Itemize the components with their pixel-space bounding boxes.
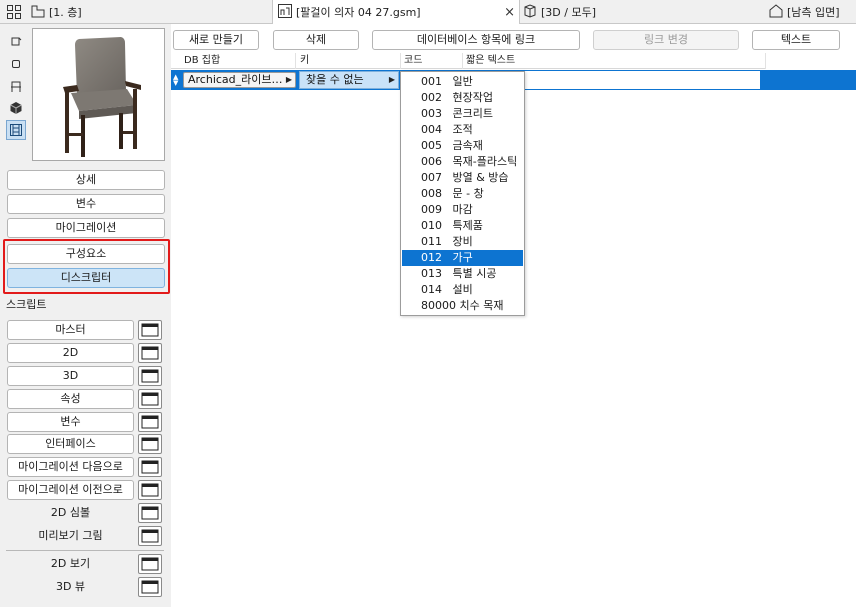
window-icon[interactable] [138,343,162,363]
menu-item[interactable]: 014 설비 [401,282,524,298]
menu-item[interactable]: 80000 치수 목재 [401,298,524,314]
window-icon[interactable] [138,457,162,477]
window-icon[interactable] [138,526,162,546]
key-value: 찾을 수 없는 [306,73,364,86]
tab-label: [팔걸이 의자 04 27.gsm] [296,6,421,19]
grid-view-icon[interactable] [6,4,22,23]
migration-button[interactable]: 마이그레이션 [7,218,165,238]
cube-icon[interactable] [6,98,26,118]
script-forward-migration-button[interactable]: 마이그레이션 다음으로 [7,457,134,477]
divider [6,550,164,551]
new-button[interactable]: 새로 만들기 [173,30,259,50]
menu-item[interactable]: 001 일반 [401,74,524,90]
window-icon[interactable] [138,434,162,454]
object-icon [277,3,293,22]
close-icon[interactable]: × [504,5,519,20]
column-header[interactable]: 짧은 텍스트 [463,53,766,69]
key-dropdown-menu: 001 일반 002 현장작업 003 콘크리트 004 조적 005 금속재 … [400,71,525,316]
tab-label: [남측 입면] [787,6,840,19]
text-button[interactable]: 텍스트 [752,30,840,50]
tab-object[interactable]: [팔걸이 의자 04 27.gsm] × [272,0,520,24]
column-header[interactable]: 코드 [401,53,463,69]
window-icon[interactable] [138,366,162,386]
delete-button[interactable]: 삭제 [273,30,359,50]
column-header[interactable]: DB 집합 [171,53,296,69]
menu-item[interactable]: 002 현장작업 [401,90,524,106]
tab-floor-plan[interactable]: [1. 층] [30,0,270,24]
window-icon[interactable] [138,554,162,574]
tab-3d[interactable]: [3D / 모두] [522,0,762,24]
menu-item[interactable]: 009 마감 [401,202,524,218]
script-parameters-button[interactable]: 변수 [7,412,134,432]
3d-view-label: 3D 뷰 [55,580,86,593]
film-icon[interactable] [6,120,26,140]
main-panel: 새로 만들기 삭제 데이터베이스 항목에 링크 링크 변경 텍스트 DB 집합 … [171,24,856,607]
window-icon[interactable] [138,320,162,340]
link-db-button[interactable]: 데이터베이스 항목에 링크 [372,30,580,50]
menu-item[interactable]: 008 문 - 창 [401,186,524,202]
tool-strip [6,32,28,142]
tab-label: [1. 층] [49,6,82,19]
chair-preview [32,28,165,161]
descriptors-button[interactable]: 디스크립터 [7,268,165,288]
window-icon[interactable] [138,389,162,409]
menu-item[interactable]: 007 방열 & 방습 [401,170,524,186]
column-header[interactable]: 키 [296,53,401,69]
tab-bar: [1. 층] [팔걸이 의자 04 27.gsm] × [3D / 모두] [남… [0,0,856,24]
2d-view-label: 2D 보기 [50,557,91,570]
window-icon[interactable] [138,480,162,500]
components-button[interactable]: 구성요소 [7,244,165,264]
menu-item[interactable]: 005 금속재 [401,138,524,154]
chevron-right-icon: ▶ [285,75,292,84]
tab-elevation[interactable]: [남측 입면] [768,0,856,24]
2d-symbol-icon[interactable] [6,32,26,52]
menu-item-selected[interactable]: 012 가구 [402,250,523,266]
window-icon[interactable] [138,412,162,432]
chair-icon[interactable] [6,76,26,96]
script-2d-button[interactable]: 2D [7,343,134,363]
script-3d-button[interactable]: 3D [7,366,134,386]
script-interface-button[interactable]: 인터페이스 [7,434,134,454]
menu-item[interactable]: 003 콘크리트 [401,106,524,122]
script-backward-migration-button[interactable]: 마이그레이션 이전으로 [7,480,134,500]
db-set-field[interactable]: Archicad_라이브… ▶ [183,72,296,88]
menu-item[interactable]: 010 특제품 [401,218,524,234]
key-field[interactable]: 찾을 수 없는 ▶ [299,71,399,89]
script-master-button[interactable]: 마스터 [7,320,134,340]
chevron-right-icon: ▶ [388,75,395,84]
scripts-label: 스크립트 [6,298,47,311]
drag-handle-icon[interactable]: ▲ ▼ [173,74,179,87]
2d-symbol-label: 2D 심볼 [50,506,91,519]
floor-plan-icon [30,3,46,22]
table-header: DB 집합 키 코드 짧은 텍스트 [171,53,766,69]
elevation-icon [768,3,784,22]
tab-label: [3D / 모두] [541,6,596,19]
menu-item[interactable]: 013 특별 시공 [401,266,524,282]
details-button[interactable]: 상세 [7,170,165,190]
window-icon[interactable] [138,577,162,597]
menu-item[interactable]: 006 목재-플라스틱 [401,154,524,170]
3d-box-icon [522,3,538,22]
db-set-value: Archicad_라이브… [188,73,283,86]
menu-item[interactable]: 011 장비 [401,234,524,250]
window-icon[interactable] [138,503,162,523]
sidebar: 상세 변수 마이그레이션 구성요소 디스크립터 스크립트 마스터 2D 3D 속… [0,24,171,607]
change-link-button[interactable]: 링크 변경 [593,30,739,50]
parameters-button[interactable]: 변수 [7,194,165,214]
3d-view-icon[interactable] [6,54,26,74]
menu-item[interactable]: 004 조적 [401,122,524,138]
preview-picture-label: 미리보기 그림 [38,529,103,542]
script-properties-button[interactable]: 속성 [7,389,134,409]
